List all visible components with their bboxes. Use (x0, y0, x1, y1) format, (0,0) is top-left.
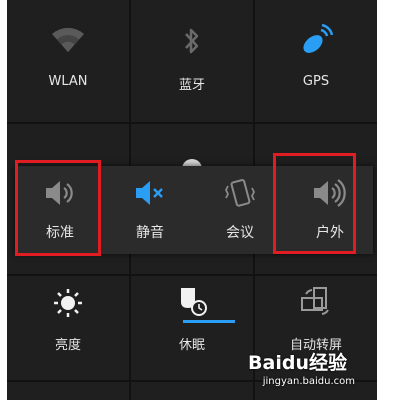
brightness-icon (53, 288, 83, 322)
wlan-tile[interactable]: WLAN (7, 0, 129, 122)
quick-settings-panel: WLAN 蓝牙 GPS 亮度 休眠 自动转屏 标准 静音 会议 户外 Baidu… (7, 0, 377, 400)
sleep-timer-icon (175, 284, 209, 324)
gps-tile[interactable]: GPS (255, 0, 377, 122)
mode-meeting-label: 会议 (226, 225, 254, 241)
wlan-label: WLAN (48, 74, 88, 89)
sleep-tile[interactable]: 休眠 (131, 276, 253, 380)
mode-silent-label: 静音 (136, 225, 164, 241)
bluetooth-icon (183, 26, 201, 60)
brightness-label: 亮度 (54, 338, 81, 353)
watermark-url: jingyan.baidu.com (262, 376, 355, 387)
highlight-box-outdoor (273, 153, 356, 254)
baidu-watermark: Baidu经验 jingyan.baidu.com (237, 346, 355, 396)
tile-row4-middle[interactable] (131, 382, 253, 400)
sleep-label: 休眠 (178, 338, 205, 353)
brightness-tile[interactable]: 亮度 (7, 276, 129, 380)
tile-row4-left[interactable] (7, 382, 129, 400)
gps-label: GPS (302, 74, 330, 89)
bluetooth-tile[interactable]: 蓝牙 (131, 0, 253, 122)
highlight-box-standard (15, 160, 101, 256)
sleep-active-indicator (183, 320, 235, 323)
wifi-icon (51, 24, 85, 58)
vibrate-icon (224, 178, 256, 212)
auto-rotate-icon (300, 286, 332, 322)
mute-icon (134, 178, 166, 212)
bluetooth-label: 蓝牙 (178, 78, 205, 93)
mode-silent[interactable]: 静音 (105, 166, 195, 254)
watermark-brand: Baidu经验 (248, 352, 347, 374)
gps-icon (299, 23, 334, 62)
mode-meeting[interactable]: 会议 (195, 166, 285, 254)
